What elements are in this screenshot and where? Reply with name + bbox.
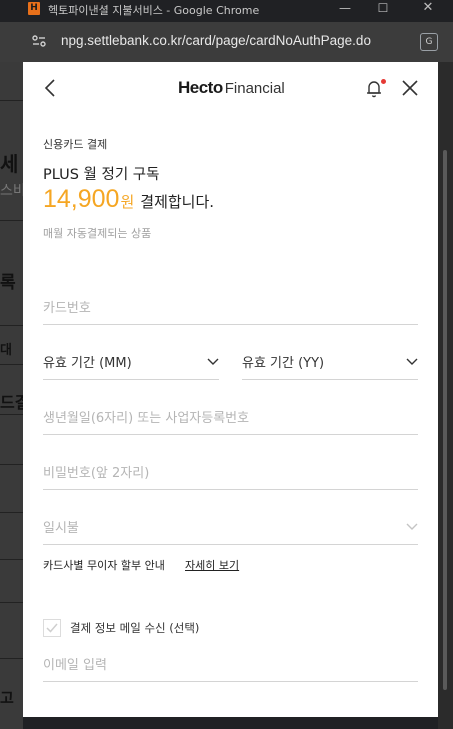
email-opt-in-label[interactable]: 결제 정보 메일 수신 (선택)	[70, 620, 199, 636]
chevron-down-icon	[406, 358, 418, 365]
price-amount: 14,900	[43, 185, 120, 213]
background-text: 고	[0, 689, 14, 707]
installment-label: 일시불	[43, 521, 79, 536]
birth-date-placeholder: 생년월일(6자리) 또는 사업자등록번호	[43, 411, 250, 426]
app-logo-icon: H	[28, 2, 40, 15]
translate-icon[interactable]: G	[420, 33, 438, 51]
window-titlebar: H 헥토파이낸셜 지불서비스 - Google Chrome — ☐ ✕	[0, 0, 453, 18]
price-line: 14,900원 결제합니다.	[43, 185, 214, 214]
brand-name: Hecto	[178, 78, 223, 97]
notification-dot	[381, 79, 386, 84]
chevron-left-icon	[44, 79, 55, 97]
window-close-button[interactable]: ✕	[413, 0, 443, 18]
price-unit: 원	[120, 193, 135, 211]
payment-popup: Hecto Financial 신용카드 결제 PLUS 월 정기 구독 14,9…	[23, 62, 438, 717]
background-text: 록	[0, 273, 16, 293]
card-number-field[interactable]: 카드번호	[43, 289, 418, 325]
check-icon	[46, 623, 58, 633]
expiry-month-select[interactable]: 유효 기간 (MM)	[43, 344, 219, 380]
back-button[interactable]	[39, 76, 63, 100]
address-bar: npg.settlebank.co.kr/card/page/cardNoAut…	[0, 22, 453, 62]
price-suffix: 결제합니다.	[140, 193, 215, 211]
email-field[interactable]: 이메일 입력	[43, 646, 418, 682]
expiry-year-select[interactable]: 유효 기간 (YY)	[242, 344, 418, 380]
background-text: 대	[0, 343, 12, 358]
product-name: PLUS 월 정기 구독	[43, 167, 160, 183]
close-icon	[402, 80, 418, 96]
background-text: 드결	[0, 393, 23, 412]
background-text: 스비	[0, 183, 23, 199]
expiry-year-label: 유효 기간 (YY)	[242, 356, 325, 371]
card-number-placeholder: 카드번호	[43, 301, 91, 316]
payment-method-label: 신용카드 결제	[43, 138, 108, 151]
background-page: 세 스비 록 대 드결 고	[0, 62, 23, 729]
maximize-button[interactable]: ☐	[368, 0, 398, 18]
installment-info-text: 카드사별 무이자 할부 안내	[43, 559, 165, 572]
site-info-icon[interactable]	[29, 31, 49, 51]
minimize-button[interactable]: —	[330, 0, 360, 18]
chevron-down-icon	[207, 358, 219, 365]
email-placeholder: 이메일 입력	[43, 658, 107, 673]
birth-date-field[interactable]: 생년월일(6자리) 또는 사업자등록번호	[43, 399, 418, 435]
brand-logo: Hecto Financial	[178, 78, 285, 100]
brand-subname: Financial	[224, 80, 285, 97]
expiry-month-label: 유효 기간 (MM)	[43, 356, 132, 371]
card-password-field[interactable]: 비밀번호(앞 2자리)	[43, 454, 418, 490]
background-text: 세	[0, 152, 19, 176]
chevron-down-icon	[406, 523, 418, 530]
window-title: 헥토파이낸셜 지불서비스 - Google Chrome	[48, 4, 260, 17]
card-password-placeholder: 비밀번호(앞 2자리)	[43, 466, 150, 481]
url-text[interactable]: npg.settlebank.co.kr/card/page/cardNoAut…	[61, 33, 371, 48]
close-button[interactable]	[398, 76, 422, 100]
installment-select[interactable]: 일시불	[43, 509, 418, 545]
scrollbar-thumb[interactable]	[443, 150, 447, 690]
subscription-note: 매월 자동결제되는 상품	[43, 227, 152, 240]
installment-info-link[interactable]: 자세히 보기	[185, 557, 239, 573]
email-opt-in-checkbox[interactable]	[43, 619, 61, 637]
